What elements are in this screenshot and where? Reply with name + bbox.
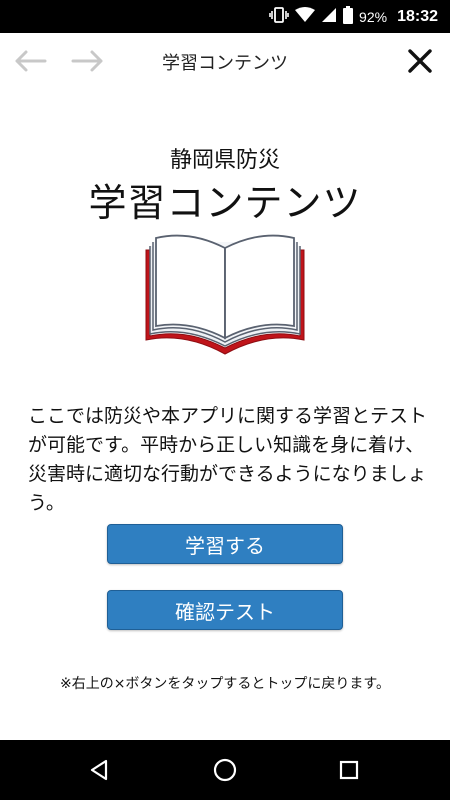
description-text: ここでは防災や本アプリに関する学習とテストが可能です。平時から正しい知識を身に着…: [28, 405, 428, 514]
nav-title: 学習コンテンツ: [162, 53, 288, 74]
status-icons: 92% 18:32: [269, 0, 438, 33]
footer-note: ※右上の×ボタンをタップするとトップに戻ります。: [59, 676, 391, 692]
system-nav-bar: [0, 740, 450, 800]
system-recents-button[interactable]: [334, 755, 364, 785]
vibrate-icon: [269, 6, 289, 28]
wifi-icon: [295, 6, 316, 27]
system-home-button[interactable]: [210, 755, 240, 785]
signal-icon: [321, 7, 337, 27]
open-book-icon: [145, 234, 305, 355]
test-button[interactable]: 確認テスト: [107, 590, 343, 630]
battery-percent: 92%: [359, 8, 388, 25]
circle-home-icon: [213, 758, 237, 782]
battery-icon: [343, 5, 354, 28]
close-icon: [408, 49, 432, 73]
close-button[interactable]: [402, 43, 438, 79]
triangle-back-icon: [90, 759, 108, 781]
clock: 18:32: [397, 7, 438, 25]
nav-bar: 学習コンテンツ: [0, 33, 450, 88]
square-recents-icon: [339, 760, 359, 780]
status-bar: 92% 18:32: [0, 0, 450, 33]
system-back-button[interactable]: [85, 755, 115, 785]
learn-button[interactable]: 学習する: [107, 524, 343, 564]
hero-subtitle: 静岡県防災: [169, 148, 280, 173]
hero-title: 学習コンテンツ: [88, 181, 362, 225]
